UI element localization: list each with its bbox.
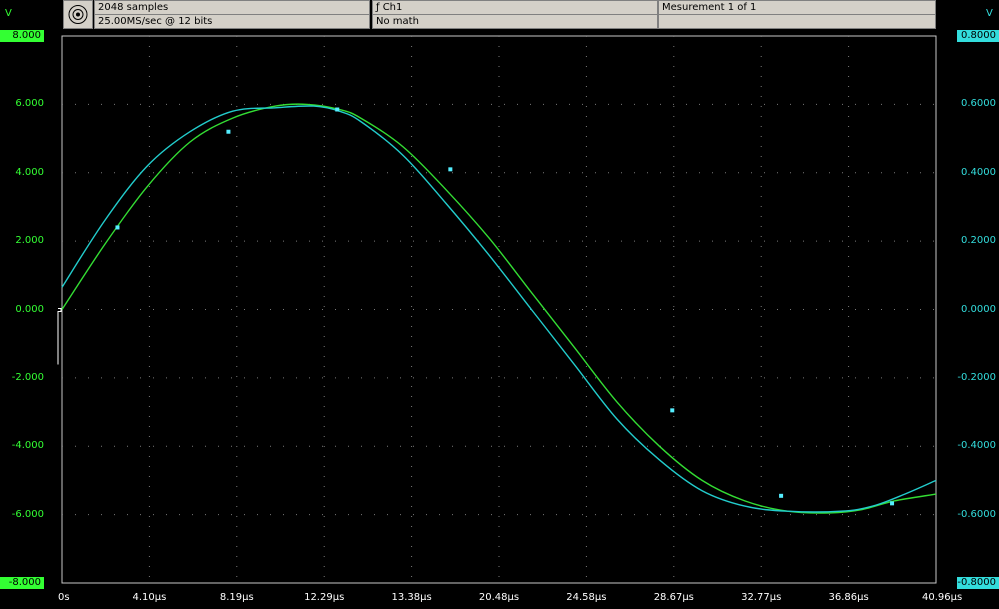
trace-marker (779, 493, 784, 498)
right-axis-tick-label: 0.8000 (957, 30, 999, 42)
x-axis-tick-label: 0s (58, 592, 70, 603)
x-axis-tick-label: 36.86µs (828, 592, 869, 603)
series-green-trace (61, 103, 937, 514)
right-axis-tick-label: 0.0000 (961, 303, 996, 315)
x-axis-tick-label: 32.77µs (741, 592, 782, 603)
left-axis-tick-label: -8.000 (0, 577, 44, 589)
left-axis-tick-label: 0.000 (15, 303, 44, 315)
right-axis-tick-label: -0.4000 (957, 440, 996, 452)
plot-border (61, 35, 937, 584)
left-axis-tick-label: -2.000 (11, 371, 44, 383)
trace-marker (335, 107, 340, 112)
left-axis-tick-label: 4.000 (15, 166, 44, 178)
right-axis-tick-label: 0.2000 (961, 235, 996, 247)
x-axis-tick-label: 40.96µs (922, 592, 963, 603)
trace-marker (448, 167, 453, 172)
trace-marker (890, 501, 895, 506)
left-axis-tick-label: -4.000 (11, 440, 44, 452)
ground-marker (57, 308, 62, 365)
left-axis-tick-label: -6.000 (11, 508, 44, 520)
x-axis-tick-label: 24.58µs (566, 592, 607, 603)
x-axis-tick-label: 12.29µs (304, 592, 345, 603)
oscilloscope-plot (57, 35, 937, 584)
trace-marker (670, 408, 675, 413)
x-axis-tick-label: 28.67µs (653, 592, 694, 603)
right-axis-tick-label: -0.6000 (957, 508, 996, 520)
left-axis-tick-label: 8.000 (0, 30, 44, 42)
right-axis-tick-label: -0.8000 (957, 577, 999, 589)
trace-marker (115, 225, 120, 230)
x-axis-tick-label: 8.19µs (219, 592, 254, 603)
left-axis-tick-label: 2.000 (15, 235, 44, 247)
x-axis-tick-label: 20.48µs (478, 592, 520, 603)
x-axis-tick-label: 13.38µs (391, 592, 432, 603)
trace-marker (226, 129, 231, 134)
x-axis-tick-label: 4.10µs (132, 592, 167, 603)
right-axis-tick-label: -0.2000 (957, 371, 996, 383)
left-axis-tick-label: 6.000 (15, 98, 44, 110)
right-axis-tick-label: 0.6000 (961, 98, 996, 110)
right-axis-tick-label: 0.4000 (961, 166, 996, 178)
